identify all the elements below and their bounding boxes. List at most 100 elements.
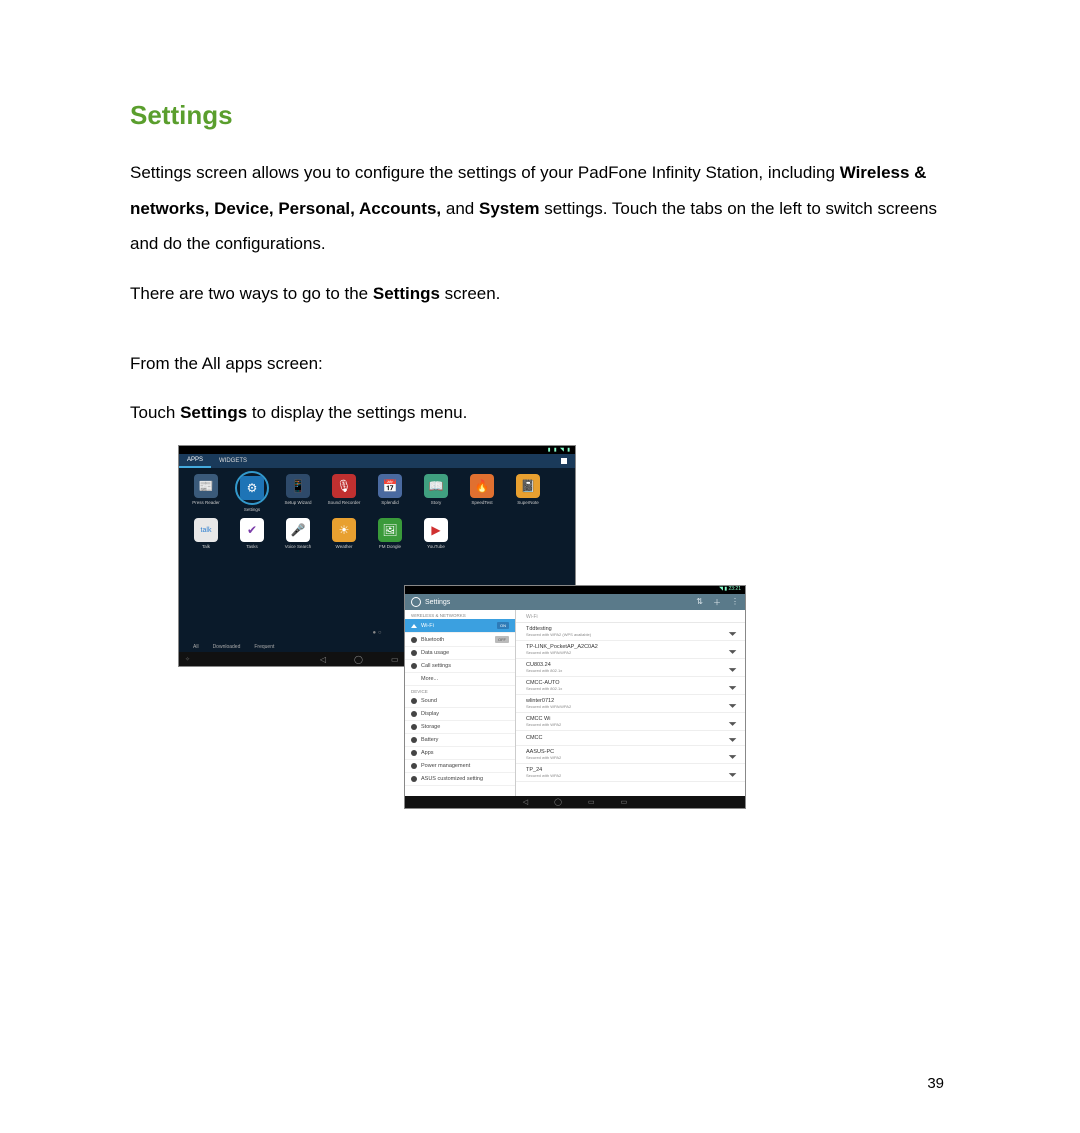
- wifi-network[interactable]: CMCC WiSecured with WPA2◢: [516, 713, 745, 731]
- sidebar-data-usage[interactable]: Data usage: [405, 647, 515, 660]
- wifi-network[interactable]: TP_24Secured with WPA2◢: [516, 764, 745, 782]
- app-supernote[interactable]: 📓 SuperNote: [511, 474, 545, 512]
- ways-paragraph: There are two ways to go to the Settings…: [130, 276, 950, 312]
- storage-icon: [411, 724, 417, 730]
- app-weather[interactable]: ☀Weather: [327, 518, 361, 549]
- nav-recent-icon[interactable]: ▭: [391, 655, 399, 664]
- overflow-icon[interactable]: ⋮: [731, 597, 739, 608]
- wifi-network[interactable]: AASUS-PCSecured with WPA2◢: [516, 746, 745, 764]
- app-voice-search[interactable]: 🎤Voice Search: [281, 518, 315, 549]
- app-youtube[interactable]: ▶YouTube: [419, 518, 453, 549]
- touch-text-c: to display the settings menu.: [252, 403, 467, 422]
- battery-label: Battery: [421, 737, 438, 743]
- wifi-network[interactable]: TddtestingSecured with WPA2 (WPS availab…: [516, 623, 745, 641]
- app-icon: 📓: [516, 474, 540, 498]
- app-icon: 🎙: [332, 474, 356, 498]
- wifi-network[interactable]: CMCC-AUTOSecured with 802.1x◢: [516, 677, 745, 695]
- wifi-network[interactable]: CU803.24Secured with 802.1x◢: [516, 659, 745, 677]
- app-label: Talk: [189, 544, 223, 549]
- nav-extra-icon[interactable]: ▭: [621, 798, 628, 806]
- touch-text-a: Touch: [130, 403, 180, 422]
- app-press-reader[interactable]: 📰Press Reader: [189, 474, 223, 512]
- app-label: YouTube: [419, 544, 453, 549]
- nav-back-icon[interactable]: ◁: [320, 655, 326, 664]
- store-button[interactable]: [561, 458, 575, 464]
- sidebar-asus-custom[interactable]: ASUS customized setting: [405, 773, 515, 786]
- filter-all[interactable]: All: [193, 644, 199, 650]
- power-icon: [411, 763, 417, 769]
- screenshot-icon[interactable]: ✧: [185, 656, 190, 663]
- wifi-icon: [411, 624, 417, 628]
- sidebar-apps[interactable]: Apps: [405, 747, 515, 760]
- wifi-toggle[interactable]: ON: [497, 622, 509, 629]
- sidebar-storage[interactable]: Storage: [405, 721, 515, 734]
- wifi-name: CMCC: [526, 735, 730, 741]
- app-label: Weather: [327, 544, 361, 549]
- touch-bold: Settings: [180, 403, 247, 422]
- wifi-network[interactable]: TP-LINK_PocketAP_A2C0A2Secured with WPA/…: [516, 641, 745, 659]
- ways-text-a: There are two ways to go to the: [130, 284, 373, 303]
- app-talk[interactable]: talk Talk: [189, 518, 223, 549]
- sidebar-battery[interactable]: Battery: [405, 734, 515, 747]
- sidebar-bluetooth[interactable]: Bluetooth OFF: [405, 633, 515, 647]
- call-label: Call settings: [421, 663, 451, 669]
- ways-bold: Settings: [373, 284, 440, 303]
- app-settings[interactable]: ⚙ Settings: [235, 474, 269, 512]
- intro-paragraph: Settings screen allows you to configure …: [130, 155, 950, 262]
- app-icon: talk: [194, 518, 218, 542]
- bluetooth-label: Bluetooth: [421, 637, 444, 643]
- sidebar-power[interactable]: Power management: [405, 760, 515, 773]
- app-icon: 📅: [378, 474, 402, 498]
- display-icon: [411, 711, 417, 717]
- nav-bar: ◁ ◯ ▭ ▭: [405, 796, 745, 808]
- bluetooth-toggle[interactable]: OFF: [495, 636, 509, 643]
- page-number: 39: [130, 1075, 950, 1092]
- app-icon: ⚙: [240, 476, 264, 500]
- app-label: Splendid: [373, 500, 407, 505]
- nav-home-icon[interactable]: ◯: [354, 655, 363, 664]
- sidebar-call-settings[interactable]: Call settings: [405, 660, 515, 673]
- app-icon: 🔥: [470, 474, 494, 498]
- nav-home-icon[interactable]: ◯: [554, 798, 562, 806]
- sidebar-wifi[interactable]: Wi-Fi ON: [405, 619, 515, 633]
- asus-label: ASUS customized setting: [421, 776, 483, 782]
- app-speedtest[interactable]: 🔥SpeedTest: [465, 474, 499, 512]
- app-tasks[interactable]: ✔Tasks: [235, 518, 269, 549]
- wifi-network[interactable]: wlinter0712Secured with WPA/WPA2◢: [516, 695, 745, 713]
- app-setup-wizard[interactable]: 📱Setup Wizard: [281, 474, 315, 512]
- filter-frequent[interactable]: Frequent: [254, 644, 274, 650]
- wifi-panel: Wi-Fi TddtestingSecured with WPA2 (WPS a…: [516, 610, 745, 796]
- scan-icon[interactable]: ⇅: [696, 597, 703, 608]
- wifi-network[interactable]: CMCC◢: [516, 731, 745, 746]
- app-label: SuperNote: [511, 500, 545, 505]
- filter-downloaded[interactable]: Downloaded: [213, 644, 241, 650]
- tab-widgets[interactable]: WIDGETS: [211, 458, 255, 464]
- app-icon: 📖: [424, 474, 448, 498]
- gear-icon: [411, 597, 421, 607]
- app-splendid[interactable]: 📅 Splendid: [373, 474, 407, 512]
- app-sound-recorder[interactable]: 🎙 Sound Recorder: [327, 474, 361, 512]
- wifi-security: Secured with WPA2: [526, 722, 730, 727]
- app-label: Voice Search: [281, 544, 315, 549]
- call-icon: [411, 663, 417, 669]
- sidebar-sound[interactable]: Sound: [405, 695, 515, 708]
- apps-label: Apps: [421, 750, 434, 756]
- app-icon: 🖼: [378, 518, 402, 542]
- app-label: Sound Recorder: [327, 500, 361, 505]
- app-fm-dongle[interactable]: 🖼FM Dongle: [373, 518, 407, 549]
- status-bar: ◥ ▮ 23:21: [405, 586, 745, 594]
- status-bar: ▮ ▮ ◥ ▮: [179, 446, 575, 454]
- wifi-security: Secured with WPA2 (WPS available): [526, 632, 730, 637]
- add-icon[interactable]: ＋: [713, 597, 721, 608]
- sidebar-display[interactable]: Display: [405, 708, 515, 721]
- battery-icon: [411, 737, 417, 743]
- tab-apps[interactable]: APPS: [179, 454, 211, 468]
- nav-back-icon[interactable]: ◁: [523, 798, 528, 806]
- app-icon: 📱: [286, 474, 310, 498]
- sidebar-more[interactable]: More...: [405, 673, 515, 686]
- intro-text-and: and: [446, 199, 479, 218]
- section-wireless: WIRELESS & NETWORKS: [405, 610, 515, 619]
- app-label: Settings: [235, 507, 269, 512]
- app-story[interactable]: 📖Story: [419, 474, 453, 512]
- nav-recent-icon[interactable]: ▭: [588, 798, 595, 806]
